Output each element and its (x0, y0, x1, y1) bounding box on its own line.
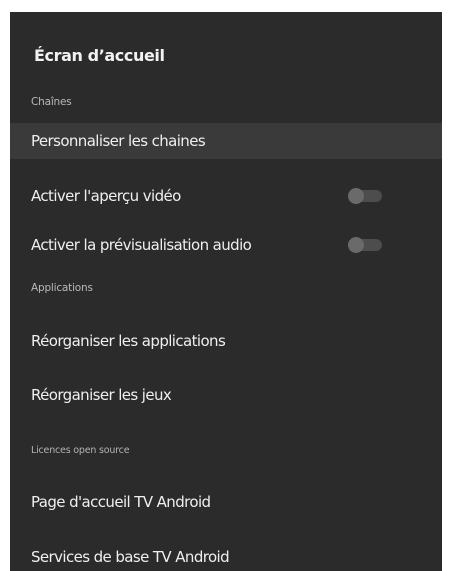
android-tv-core-services-label: Services de base TV Android (31, 548, 230, 566)
section-header-applications: Applications (31, 282, 93, 294)
video-preview-item[interactable]: Activer l'aperçu vidéo (10, 178, 442, 214)
video-preview-toggle[interactable] (348, 188, 384, 204)
video-preview-label: Activer l'aperçu vidéo (31, 187, 181, 205)
toggle-knob (348, 237, 364, 253)
section-header-channels: Chaînes (31, 96, 72, 108)
android-tv-home-label: Page d'accueil TV Android (31, 493, 211, 511)
section-header-licenses: Licences open source (31, 445, 130, 456)
customize-channels-item[interactable]: Personnaliser les chaines (10, 123, 442, 159)
audio-preview-label: Activer la prévisualisation audio (31, 236, 252, 254)
customize-channels-label: Personnaliser les chaines (31, 132, 206, 150)
reorder-apps-label: Réorganiser les applications (31, 332, 226, 350)
android-tv-home-item[interactable]: Page d'accueil TV Android (10, 484, 442, 520)
android-tv-core-services-item[interactable]: Services de base TV Android (10, 539, 442, 571)
reorder-apps-item[interactable]: Réorganiser les applications (10, 323, 442, 359)
reorder-games-item[interactable]: Réorganiser les jeux (10, 377, 442, 413)
reorder-games-label: Réorganiser les jeux (31, 386, 172, 404)
page-title: Écran d’accueil (34, 46, 165, 65)
settings-panel: Écran d’accueil Chaînes Personnaliser le… (10, 12, 442, 571)
audio-preview-toggle[interactable] (348, 237, 384, 253)
toggle-knob (348, 188, 364, 204)
audio-preview-item[interactable]: Activer la prévisualisation audio (10, 227, 442, 263)
